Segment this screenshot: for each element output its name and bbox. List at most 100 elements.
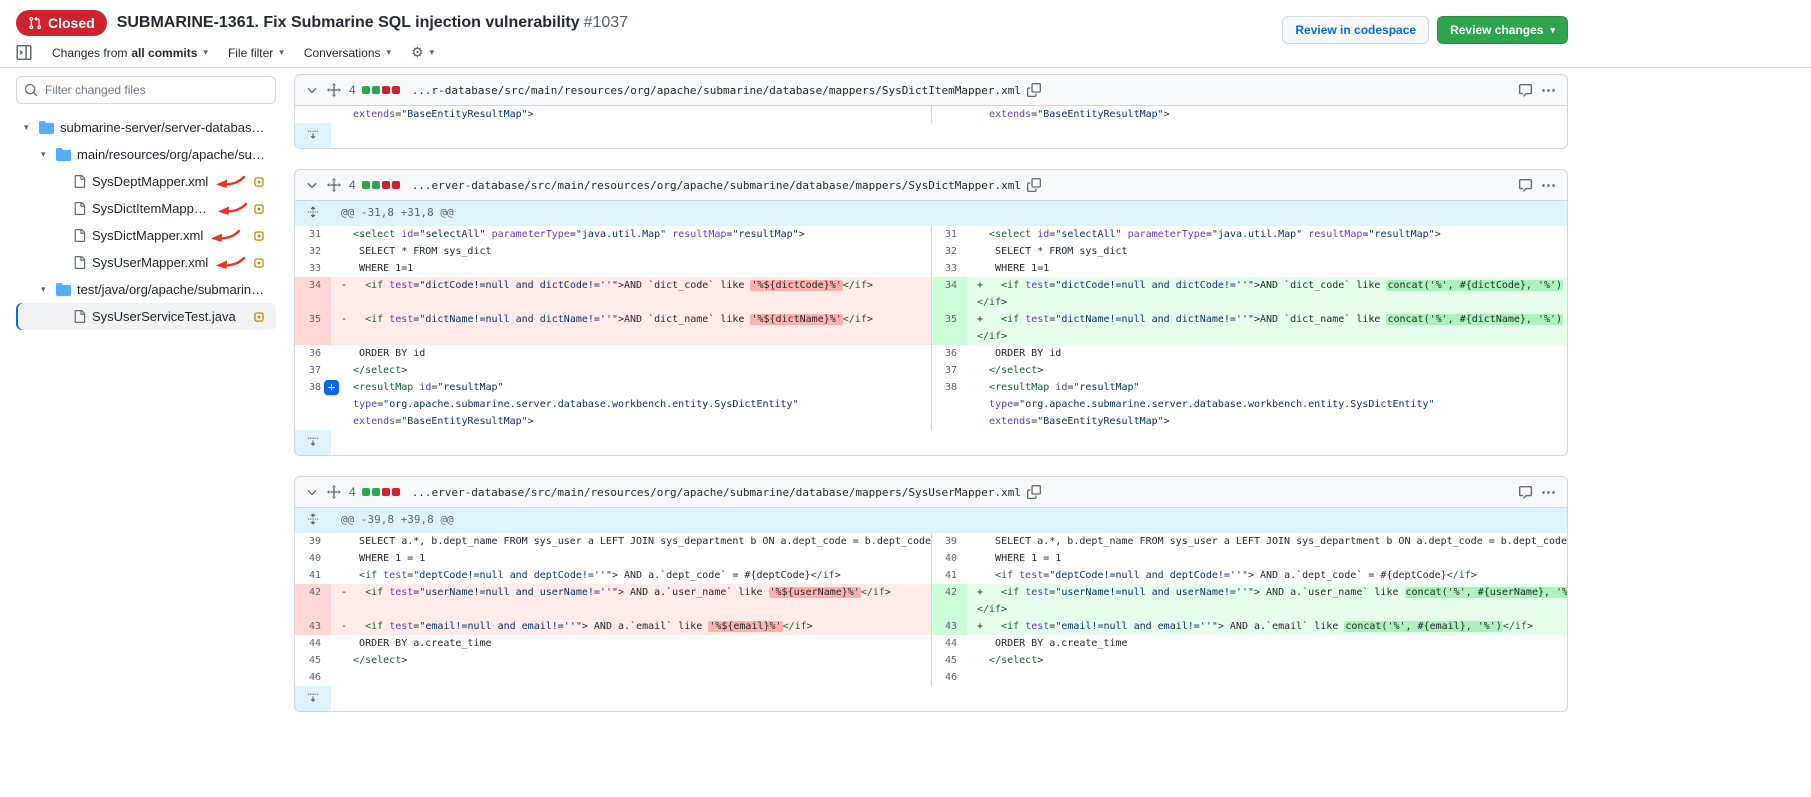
review-in-codespace-button[interactable]: Review in codespace (1282, 16, 1429, 44)
file-tree: ▾submarine-server/server-database/...▾ma… (16, 114, 276, 330)
conversations-menu[interactable]: Conversations ▾ (304, 46, 391, 60)
line-number[interactable]: 37 (295, 362, 331, 379)
folder-icon (56, 147, 71, 162)
line-number[interactable]: 43 (295, 618, 331, 635)
changed-word-highlight: concat('%', #{dictName}, '%') (1386, 314, 1563, 325)
collapse-file-button[interactable] (305, 83, 319, 97)
toggle-file-tree-button[interactable] (16, 45, 32, 60)
line-number[interactable]: 43 (931, 618, 967, 635)
line-number[interactable]: 42 (295, 584, 331, 618)
diff-file-header: 4...r-database/src/main/resources/org/ap… (295, 75, 1567, 106)
diff-row: extends="BaseEntityResultMap"> extends="… (295, 106, 1567, 123)
copy-path-button[interactable] (1027, 485, 1041, 499)
diffstat-square (372, 488, 380, 496)
expand-down-button[interactable] (295, 686, 331, 711)
file-filter-label: File filter (228, 46, 273, 60)
file-filter-wrap (16, 76, 276, 104)
line-number[interactable]: 39 (931, 533, 967, 550)
line-number[interactable]: 34 (295, 277, 331, 311)
line-number[interactable]: 45 (931, 652, 967, 669)
line-number[interactable]: 46 (295, 669, 331, 686)
diff-row: 35- <if test="dictName!=null and dictNam… (295, 311, 1567, 345)
line-number[interactable]: 32 (295, 243, 331, 260)
conversations-label: Conversations (304, 46, 381, 60)
file-tree-label: SysDictMapper.xml (92, 228, 203, 243)
line-number[interactable]: 40 (295, 550, 331, 567)
collapse-file-button[interactable] (305, 485, 319, 499)
changes-from-value: all commits (131, 46, 197, 60)
kebab-menu-button[interactable]: ⋯ (1541, 483, 1557, 501)
diffstat (362, 181, 402, 189)
pr-title: SUBMARINE-1361. Fix Submarine SQL inject… (117, 14, 628, 32)
line-number[interactable]: 32 (931, 243, 967, 260)
tree-file-row[interactable]: SysDeptMapper.xml (16, 168, 276, 195)
split-diff-table: extends="BaseEntityResultMap"> extends="… (295, 106, 1567, 148)
annotation-arrow-icon (214, 175, 246, 189)
diff-settings-menu[interactable]: ⚙ ▾ (411, 44, 434, 61)
pr-title-text: SUBMARINE-1361. Fix Submarine SQL inject… (117, 14, 580, 31)
line-number[interactable]: 38 (931, 379, 967, 430)
line-number[interactable]: 33 (295, 260, 331, 277)
tree-folder-row[interactable]: ▾main/resources/org/apache/subm... (16, 141, 276, 168)
line-number[interactable]: 38+ (295, 379, 331, 430)
comment-button[interactable] (1518, 83, 1533, 98)
line-number[interactable]: 36 (931, 345, 967, 362)
diff-row: 32 SELECT * FROM sys_dict32 SELECT * FRO… (295, 243, 1567, 260)
line-number[interactable] (931, 106, 967, 123)
sidebar-collapse-icon (16, 45, 32, 60)
line-number[interactable]: 42 (931, 584, 967, 618)
code-cell: </select> (967, 362, 1567, 379)
line-number[interactable]: 37 (931, 362, 967, 379)
file-filter-input[interactable] (16, 76, 276, 104)
copy-path-button[interactable] (1027, 178, 1041, 192)
collapse-file-button[interactable] (305, 178, 319, 192)
expand-down-button[interactable] (295, 430, 331, 455)
diffstat-square (372, 86, 380, 94)
line-number[interactable]: 44 (931, 635, 967, 652)
line-number[interactable]: 45 (295, 652, 331, 669)
line-number[interactable]: 41 (931, 567, 967, 584)
tree-folder-row[interactable]: ▾submarine-server/server-database/... (16, 114, 276, 141)
code-cell: WHERE 1 = 1 (967, 550, 1567, 567)
tree-file-row[interactable]: SysDictMapper.xml (16, 222, 276, 249)
kebab-menu-button[interactable]: ⋯ (1541, 81, 1557, 99)
line-number[interactable]: 35 (295, 311, 331, 345)
comment-button[interactable] (1518, 485, 1533, 500)
line-number[interactable]: 35 (931, 311, 967, 345)
file-filter-menu[interactable]: File filter ▾ (228, 46, 284, 60)
code-cell: SELECT * FROM sys_dict (967, 243, 1567, 260)
caret-down-icon: ▾ (430, 47, 435, 58)
add-comment-button[interactable]: + (324, 380, 339, 395)
changed-word-highlight: concat('%', #{userName}, '%') (1405, 587, 1567, 598)
line-number[interactable]: 34 (931, 277, 967, 311)
comment-button[interactable] (1518, 178, 1533, 193)
caret-down-icon: ▾ (41, 284, 56, 295)
line-number[interactable]: 33 (931, 260, 967, 277)
line-number[interactable]: 31 (295, 226, 331, 243)
changes-from-menu[interactable]: Changes from all commits ▾ (52, 46, 208, 60)
review-changes-button[interactable]: Review changes ▾ (1437, 16, 1568, 44)
code-cell (967, 669, 1567, 686)
line-number[interactable]: 31 (931, 226, 967, 243)
line-number[interactable]: 46 (931, 669, 967, 686)
file-path: ...erver-database/src/main/resources/org… (412, 179, 1021, 192)
search-icon (24, 83, 38, 97)
copy-path-button[interactable] (1027, 83, 1041, 97)
hunk-header: @@ -31,8 +31,8 @@ (331, 201, 1567, 226)
line-number[interactable] (295, 106, 331, 123)
line-number[interactable]: 41 (295, 567, 331, 584)
line-number[interactable]: 44 (295, 635, 331, 652)
expand-hunk-button[interactable] (295, 201, 331, 226)
tree-file-row[interactable]: SysUserServiceTest.java (16, 303, 276, 330)
expand-hunk-button[interactable] (295, 508, 331, 533)
tree-folder-row[interactable]: ▾test/java/org/apache/submarine/s... (16, 276, 276, 303)
expand-down-button[interactable] (295, 123, 331, 148)
tree-file-row[interactable]: SysDictItemMapper.xml (16, 195, 276, 222)
line-number[interactable]: 40 (931, 550, 967, 567)
kebab-menu-button[interactable]: ⋯ (1541, 176, 1557, 194)
file-tree-label: SysDictItemMapper.xml (92, 201, 210, 216)
tree-file-row[interactable]: SysUserMapper.xml (16, 249, 276, 276)
diff-row: 42- <if test="userName!=null and userNam… (295, 584, 1567, 618)
line-number[interactable]: 36 (295, 345, 331, 362)
line-number[interactable]: 39 (295, 533, 331, 550)
